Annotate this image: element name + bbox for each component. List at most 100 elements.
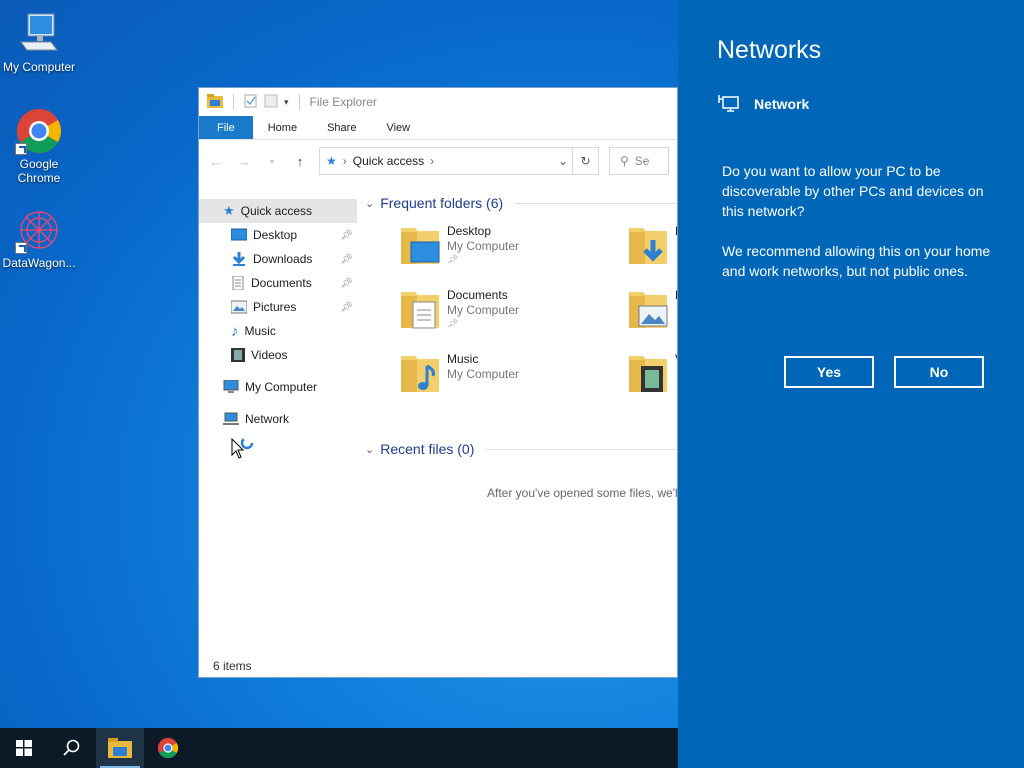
yes-button[interactable]: Yes: [784, 356, 874, 388]
tab-share[interactable]: Share: [312, 116, 371, 139]
tab-file[interactable]: File: [199, 116, 253, 139]
videos-folder-icon: [629, 356, 667, 392]
nav-item-downloads[interactable]: Downloads 📌︎: [199, 247, 357, 271]
forward-arrow-icon[interactable]: →: [235, 154, 253, 169]
discoverable-recommendation: We recommend allowing this on your home …: [722, 243, 991, 279]
taskbar: [0, 728, 678, 768]
pictures-folder-icon: [629, 292, 668, 328]
breadcrumb-chevron-icon: ›: [342, 154, 347, 168]
taskbar-file-explorer[interactable]: [96, 728, 144, 768]
back-arrow-icon[interactable]: ←: [207, 154, 225, 169]
computer-icon: [223, 380, 239, 393]
ethernet-icon: [718, 95, 739, 112]
nav-item-pictures[interactable]: Pictures 📌︎: [199, 295, 357, 319]
network-entry: Network: [718, 94, 809, 114]
datawagon-logo-icon: [15, 206, 63, 254]
status-bar-item-count: 6 items: [213, 659, 252, 673]
star-icon: ★: [223, 203, 235, 218]
breadcrumb-quick-access[interactable]: Quick access: [353, 154, 424, 168]
folder-tile-documents[interactable]: Documents My Computer 📌︎: [399, 288, 519, 330]
frequent-folders-header[interactable]: ⌄ Frequent folders (6): [361, 192, 677, 214]
nav-item-label: Pictures: [253, 300, 297, 314]
search-placeholder: Se: [634, 154, 650, 168]
music-note-icon: ♪: [231, 322, 239, 340]
folder-tile-partial-videos[interactable]: V: [627, 352, 677, 394]
new-folder-icon[interactable]: [264, 94, 278, 111]
collapse-chevron-icon[interactable]: ⌄: [365, 443, 374, 456]
picture-icon: [231, 300, 247, 314]
address-dropdown-icon[interactable]: ⌄: [558, 154, 568, 168]
shortcut-arrow-icon: [15, 242, 27, 254]
desktop-icon-my-computer[interactable]: My Computer: [0, 10, 78, 74]
nav-item-label: Documents: [251, 276, 312, 290]
pin-icon: 📌︎: [340, 229, 353, 241]
folder-location: My Computer: [447, 303, 520, 317]
shortcut-arrow-icon: [15, 143, 27, 155]
network-name: Network: [754, 96, 810, 112]
nav-item-music[interactable]: ♪ Music: [199, 319, 357, 343]
nav-item-label: Desktop: [253, 228, 298, 242]
tab-home[interactable]: Home: [253, 116, 312, 139]
desktop-icon-label: My Computer: [2, 60, 76, 74]
chrome-icon: [15, 107, 63, 155]
explorer-app-icon: [207, 93, 223, 111]
folder-tile-partial-downloads[interactable]: D: [627, 224, 677, 266]
search-box[interactable]: ⚲ Se: [609, 147, 669, 175]
tab-view[interactable]: View: [371, 116, 425, 139]
group-title: Frequent folders (6): [380, 195, 504, 211]
computer-icon: [15, 10, 63, 58]
folder-tile-partial-pictures[interactable]: P: [627, 288, 677, 330]
quick-access-star-icon: ★: [326, 154, 337, 168]
panel-title: Networks: [717, 36, 822, 64]
no-button[interactable]: No: [894, 356, 984, 388]
desktop-icon-label: Google Chrome: [17, 157, 61, 185]
folder-location: My Computer: [447, 239, 520, 253]
group-title: Recent files (0): [380, 441, 475, 457]
nav-item-desktop[interactable]: Desktop 📌︎: [199, 223, 357, 247]
ribbon-tabs: File Home Share View: [199, 116, 677, 140]
pin-icon: 📌︎: [447, 254, 459, 264]
properties-icon[interactable]: [244, 94, 258, 111]
content-area: ⌄ Frequent folders (6) Desktop My Comput…: [361, 192, 677, 653]
frequent-folders-grid: Desktop My Computer 📌︎ D Documents My Co…: [361, 224, 677, 424]
film-icon: [231, 348, 245, 362]
file-explorer-icon: [108, 738, 132, 758]
desktop-icon: [231, 228, 247, 241]
nav-item-label: Downloads: [253, 252, 313, 266]
download-arrow-icon: [232, 252, 246, 266]
address-bar[interactable]: ★ › Quick access › ⌄ ↻: [319, 147, 599, 175]
nav-item-documents[interactable]: Documents 📌︎: [199, 271, 357, 295]
title-bar: ▾ File Explorer: [199, 88, 677, 116]
recent-locations-icon[interactable]: ▾: [263, 157, 281, 166]
nav-item-videos[interactable]: Videos: [199, 343, 357, 367]
file-explorer-window: ▾ File Explorer File Home Share View ← →…: [198, 87, 678, 678]
pin-icon: 📌︎: [447, 318, 459, 328]
nav-item-label: Quick access: [240, 204, 313, 218]
up-arrow-icon[interactable]: ↑: [291, 154, 309, 169]
folder-name: Music: [447, 352, 479, 366]
nav-item-my-computer[interactable]: My Computer: [199, 375, 357, 399]
recent-files-empty-message: After you've opened some files, we'l: [487, 486, 678, 500]
desktop-icon-datawagon[interactable]: DataWagon...: [0, 206, 78, 270]
downloads-folder-icon: [629, 228, 667, 264]
folder-name: Documents: [447, 288, 508, 302]
folder-tile-desktop[interactable]: Desktop My Computer 📌︎: [399, 224, 519, 266]
search-button[interactable]: [48, 728, 96, 768]
search-icon: ⚲: [620, 154, 629, 168]
desktop-icon-label: DataWagon...: [2, 256, 76, 270]
recent-files-header[interactable]: ⌄ Recent files (0): [361, 438, 677, 460]
folder-tile-music[interactable]: Music My Computer: [399, 352, 519, 394]
nav-item-network[interactable]: Network: [199, 407, 357, 431]
start-button[interactable]: [0, 728, 48, 768]
desktop-icon-google-chrome[interactable]: Google Chrome: [0, 107, 78, 185]
discoverable-question: Do you want to allow your PC to be disco…: [722, 163, 984, 219]
refresh-icon[interactable]: ↻: [572, 148, 598, 174]
pin-icon: 📌︎: [340, 277, 353, 289]
music-folder-icon: [401, 356, 439, 392]
network-icon: [223, 412, 239, 425]
nav-item-label: Videos: [251, 348, 288, 362]
collapse-chevron-icon[interactable]: ⌄: [365, 197, 374, 210]
nav-item-quick-access[interactable]: ★ Quick access: [199, 199, 357, 223]
taskbar-google-chrome[interactable]: [144, 728, 192, 768]
customize-toolbar-dropdown-icon[interactable]: ▾: [284, 97, 289, 108]
